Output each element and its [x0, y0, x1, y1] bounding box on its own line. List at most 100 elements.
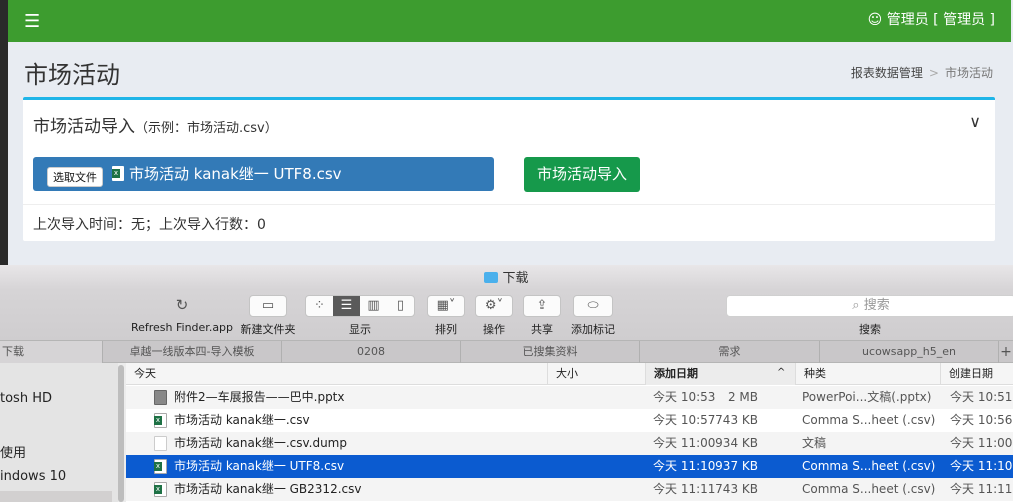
file-kind: Comma S...heet (.csv): [802, 413, 936, 427]
column-header: 今天 大小 添加日期 ^ 种类 创建日期: [126, 363, 1013, 385]
arrange-label: 排列: [435, 323, 457, 336]
csv-file-icon: [154, 482, 167, 497]
file-created: 今天 11:00: [950, 436, 1013, 450]
new-folder-label: 新建文件夹: [240, 323, 296, 336]
tab-downloads[interactable]: 下载: [0, 341, 102, 363]
column-size[interactable]: 大小: [547, 363, 645, 385]
sidebar-scrollbar[interactable]: [118, 365, 124, 502]
doc-file-icon: [154, 436, 167, 451]
file-kind: PowerPoi...文稿(.pptx): [802, 390, 932, 404]
tab[interactable]: 卓越一线版本四-导入模板: [102, 341, 281, 363]
column-view-icon[interactable]: ▥: [360, 296, 387, 316]
icon-view-icon[interactable]: ⁘: [306, 296, 333, 316]
finder-window: 下载 ↻ Refresh Finder.app ▭ 新建文件夹 ⁘ ☰ ▥ ▯ 显示 …: [0, 265, 1013, 502]
new-folder-button[interactable]: ▭: [249, 295, 287, 317]
left-strip: [0, 0, 8, 265]
user-circle-icon: ☺: [867, 12, 887, 28]
file-row[interactable]: 市场活动 kanak继一.csv.dump 934 KB 今天 11:00 文稿…: [126, 432, 1013, 455]
choose-file-button[interactable]: 选取文件: [47, 167, 103, 187]
search-input[interactable]: ⌕ 搜索: [726, 295, 1013, 317]
file-name: 市场活动 kanak继一.csv: [174, 413, 310, 427]
file-name: 附件2—车展报告——巴中.pptx: [174, 390, 345, 404]
column-kind[interactable]: 种类: [795, 363, 940, 385]
file-created: 今天 11:11: [950, 482, 1013, 496]
import-button[interactable]: 市场活动导入: [524, 157, 640, 192]
search-icon: ⌕: [852, 298, 864, 313]
file-date-added: 今天 10:53: [653, 390, 716, 404]
page-title: 市场活动: [24, 61, 120, 89]
file-size: 937 KB: [715, 459, 758, 473]
hamburger-icon[interactable]: ☰: [24, 11, 40, 32]
file-size: 743 KB: [715, 413, 758, 427]
top-navbar: ☰ ☺ 管理员 [ 管理员 ]: [8, 0, 1011, 42]
sidebar-item[interactable]: indows 10: [0, 469, 66, 484]
file-kind: Comma S...heet (.csv): [802, 482, 936, 496]
csv-file-icon: [154, 413, 167, 428]
breadcrumb-current: 市场活动: [944, 66, 993, 80]
file-row[interactable]: 市场活动 kanak继一.csv 743 KB 今天 10:57 Comma S…: [126, 409, 1013, 432]
file-date-added: 今天 11:00: [653, 436, 716, 450]
breadcrumb-link[interactable]: 报表数据管理: [851, 66, 923, 80]
new-tab-button[interactable]: +: [998, 341, 1013, 363]
finder-sidebar: tosh HD 使用 indows 10: [0, 363, 118, 502]
card-hint: （示例：市场活动.csv）: [135, 121, 278, 136]
file-kind: 文稿: [802, 436, 827, 450]
finder-title-bar[interactable]: 下载: [0, 265, 1013, 290]
finder-toolbar: ↻ Refresh Finder.app ▭ 新建文件夹 ⁘ ☰ ▥ ▯ 显示 ▦˅ …: [0, 290, 1013, 340]
folder-icon: [484, 272, 499, 283]
column-name[interactable]: 今天: [126, 363, 547, 385]
file-list: 今天 大小 添加日期 ^ 种类 创建日期 附件2—车展报告——巴中.pptx 2…: [126, 363, 1013, 502]
tab[interactable]: 已搜集资料: [460, 341, 639, 363]
sidebar-item[interactable]: 使用: [0, 442, 26, 461]
tag-icon[interactable]: ⬭: [573, 295, 613, 317]
list-view-icon[interactable]: ☰: [333, 296, 360, 316]
column-date-added[interactable]: 添加日期: [645, 363, 795, 385]
file-date-added: 今天 10:57: [653, 413, 716, 427]
search-label: 搜索: [859, 323, 881, 336]
file-row[interactable]: 市场活动 kanak继一 GB2312.csv 743 KB 今天 11:11 …: [126, 478, 1013, 501]
refresh-finder-label: Refresh Finder.app: [130, 321, 234, 334]
import-card: 市场活动导入（示例：市场活动.csv） ∨ 选取文件 x 市场活动 kanak继…: [23, 97, 995, 241]
breadcrumb-separator: >: [928, 66, 939, 80]
sidebar-item-highlight: [0, 491, 112, 502]
share-icon[interactable]: ⇪: [523, 295, 561, 317]
chevron-down-icon[interactable]: ∨: [969, 112, 981, 131]
file-created: 今天 10:56: [950, 413, 1013, 427]
file-kind: Comma S...heet (.csv): [802, 459, 936, 473]
tags-label: 添加标记: [571, 323, 615, 336]
gallery-view-icon[interactable]: ▯: [387, 296, 414, 316]
view-label: 显示: [349, 323, 371, 336]
file-name: 市场活动 kanak继一 GB2312.csv: [174, 482, 362, 496]
file-row[interactable]: 附件2—车展报告——巴中.pptx 2 MB 今天 10:53 PowerPoi…: [126, 386, 1013, 409]
column-created[interactable]: 创建日期: [940, 363, 1013, 385]
excel-file-icon: x: [112, 166, 124, 181]
view-segmented-control: ⁘ ☰ ▥ ▯: [305, 295, 415, 317]
file-size: 743 KB: [715, 482, 758, 496]
file-input[interactable]: 选取文件 x 市场活动 kanak继一 UTF8.csv: [33, 157, 494, 191]
sidebar-item[interactable]: tosh HD: [0, 391, 52, 406]
breadcrumb: 报表数据管理 > 市场活动: [851, 64, 993, 81]
file-name: 市场活动 kanak继一.csv.dump: [174, 436, 347, 450]
tab[interactable]: ucowsapp_h5_en: [819, 341, 998, 363]
last-import-info: 上次导入时间：无；上次导入行数：0: [33, 217, 266, 233]
tab[interactable]: 0208: [281, 341, 460, 363]
action-label: 操作: [483, 323, 505, 336]
divider: [23, 204, 995, 205]
file-date-added: 今天 11:11: [653, 482, 716, 496]
selected-file-name: 市场活动 kanak继一 UTF8.csv: [129, 165, 342, 183]
file-size: 934 KB: [715, 436, 758, 450]
gear-icon[interactable]: ⚙˅: [475, 295, 513, 317]
file-name: 市场活动 kanak继一 UTF8.csv: [174, 459, 345, 473]
file-size: 2 MB: [727, 390, 758, 404]
csv-file-icon: [154, 459, 167, 474]
file-created: 今天 10:51: [950, 390, 1013, 404]
file-date-added: 今天 11:10: [653, 459, 716, 473]
refresh-icon[interactable]: ↻: [170, 295, 194, 317]
file-created: 今天 11:10: [950, 459, 1013, 473]
share-label: 共享: [531, 323, 553, 336]
file-row[interactable]: 市场活动 kanak继一 UTF8.csv 937 KB 今天 11:10 Co…: [126, 455, 1013, 478]
user-menu[interactable]: ☺ 管理员 [ 管理员 ]: [868, 9, 995, 29]
arrange-button[interactable]: ▦˅: [427, 295, 465, 317]
tab[interactable]: 需求: [639, 341, 819, 363]
card-title: 市场活动导入（示例：市场活动.csv）: [33, 117, 278, 137]
